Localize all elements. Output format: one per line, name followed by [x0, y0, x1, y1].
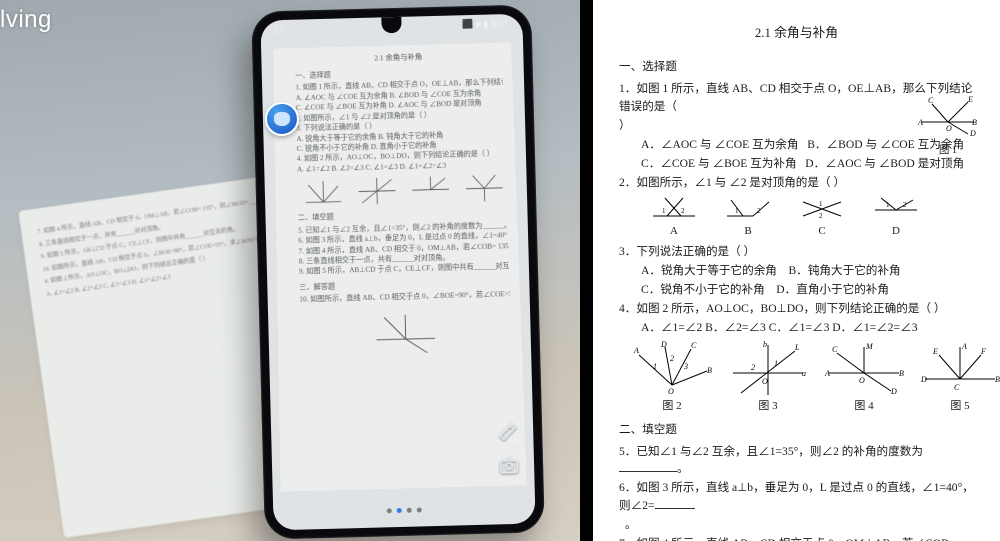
svg-text:1: 1: [735, 207, 739, 215]
divider-strip: [580, 0, 593, 541]
figures-row-2-5: A D 1 2 3 O B C 图 2 b L 1 2 O: [631, 341, 974, 415]
svg-text:1: 1: [662, 207, 666, 215]
svg-text:O: O: [762, 377, 768, 386]
question-6: 6．如图 3 所示，直线 a⊥b，垂足为 0，L 是过点 0 的直线，∠1=40…: [619, 479, 974, 515]
svg-text:2: 2: [681, 207, 685, 215]
svg-text:2: 2: [903, 201, 907, 209]
svg-text:1: 1: [886, 201, 890, 209]
figure-3: b L 1 2 O a 图 3: [727, 341, 809, 415]
status-bar-left: ▢: [274, 24, 283, 35]
q2-figures-row: 12A 12B 12C 12D: [649, 194, 974, 240]
svg-text:1: 1: [774, 359, 778, 368]
svg-text:B: B: [972, 118, 977, 127]
svg-text:1: 1: [819, 200, 823, 208]
svg-text:1: 1: [653, 362, 657, 371]
svg-text:L: L: [794, 343, 800, 352]
overlay-caption: lving: [0, 6, 52, 34]
question-5: 5．已知∠1 与∠2 互余，且∠1=35°，则∠2 的补角的度数为。: [619, 443, 974, 479]
figure-2: A D 1 2 3 O B C 图 2: [631, 341, 713, 415]
smartphone: ▢ ⬛ ■ ▮ 6:07 2.1 余角与补角 一、选择题 1. 如图 1 所示，…: [251, 4, 545, 539]
worksheet-document: 2.1 余角与补角 一、选择题 1．如图 1 所示，直线 AB、CD 相交于点 …: [593, 0, 1000, 541]
svg-text:2: 2: [670, 354, 674, 363]
figure-1: C E A O B D 图 1: [916, 94, 980, 160]
svg-text:A: A: [918, 118, 923, 127]
section-heading: 二、填空题: [619, 421, 974, 439]
figure-4: C M A O B D 图 4: [823, 341, 905, 415]
edit-icon[interactable]: [497, 420, 520, 443]
question-7: 7．如图 4 所示，直线 AB、CD 相交于点 0，OM⊥AB，若∠COB= 1…: [619, 535, 974, 541]
svg-text:C: C: [928, 96, 934, 105]
svg-text:2: 2: [757, 207, 761, 215]
fill-blank[interactable]: [619, 461, 677, 472]
svg-text:E: E: [932, 347, 938, 356]
svg-text:E: E: [967, 95, 973, 104]
svg-text:F: F: [980, 347, 986, 356]
svg-text:B: B: [707, 366, 712, 375]
svg-text:2: 2: [819, 212, 823, 220]
question-3: 3．下列说法正确的是（ ）: [619, 243, 974, 261]
svg-text:b: b: [763, 341, 767, 349]
question-4: 4．如图 2 所示，AO⊥OC，BO⊥DO，则下列结论正确的是（ ）: [619, 300, 974, 318]
svg-text:C: C: [691, 341, 697, 350]
question-2: 2．如图所示，∠1 与 ∠2 是对顶角的是（ ）: [619, 174, 974, 192]
edit-label: OFF: [509, 444, 521, 450]
svg-text:M: M: [865, 342, 874, 351]
figure-5: A E F C B D 图 5: [919, 341, 1000, 415]
svg-text:A: A: [633, 346, 639, 355]
svg-text:a: a: [802, 369, 806, 378]
svg-text:D: D: [890, 387, 897, 396]
phone-screen[interactable]: ▢ ⬛ ■ ▮ 6:07 2.1 余角与补角 一、选择题 1. 如图 1 所示，…: [260, 14, 535, 531]
svg-text:D: D: [660, 341, 667, 349]
phone-notch: [381, 17, 401, 34]
question-1: 1．如图 1 所示，直线 AB、CD 相交于点 O，OE⊥AB，那么下列结论错误…: [619, 80, 974, 173]
svg-text:2: 2: [751, 363, 755, 372]
camera-icon[interactable]: [498, 454, 521, 477]
photo-scene: lving 7. 如图 4 所示，直线 AB、CD 相交于 0，OM⊥AB，若∠…: [0, 0, 580, 541]
scanned-figure-bottom: [370, 308, 442, 356]
page-indicator-dots[interactable]: [387, 507, 422, 513]
svg-text:A: A: [824, 369, 830, 378]
svg-text:3: 3: [683, 362, 688, 371]
svg-text:D: D: [920, 375, 927, 384]
svg-text:C: C: [954, 383, 960, 392]
svg-text:B: B: [899, 369, 904, 378]
svg-text:A: A: [961, 342, 967, 351]
svg-text:B: B: [995, 375, 1000, 384]
svg-text:D: D: [969, 129, 976, 136]
section-heading: 一、选择题: [619, 58, 974, 76]
scanned-document-view[interactable]: 2.1 余角与补角 一、选择题 1. 如图 1 所示，直线 AB、CD 相交于点…: [273, 42, 527, 491]
svg-text:C: C: [832, 345, 838, 354]
status-bar-right: ⬛ ■ ▮ 6:07: [462, 18, 509, 30]
doc-title: 2.1 余角与补角: [619, 24, 974, 44]
scanned-figures-row: [301, 173, 507, 208]
fill-blank[interactable]: [655, 498, 695, 509]
svg-text:O: O: [946, 124, 952, 133]
svg-text:O: O: [859, 376, 865, 385]
svg-text:O: O: [668, 387, 674, 396]
